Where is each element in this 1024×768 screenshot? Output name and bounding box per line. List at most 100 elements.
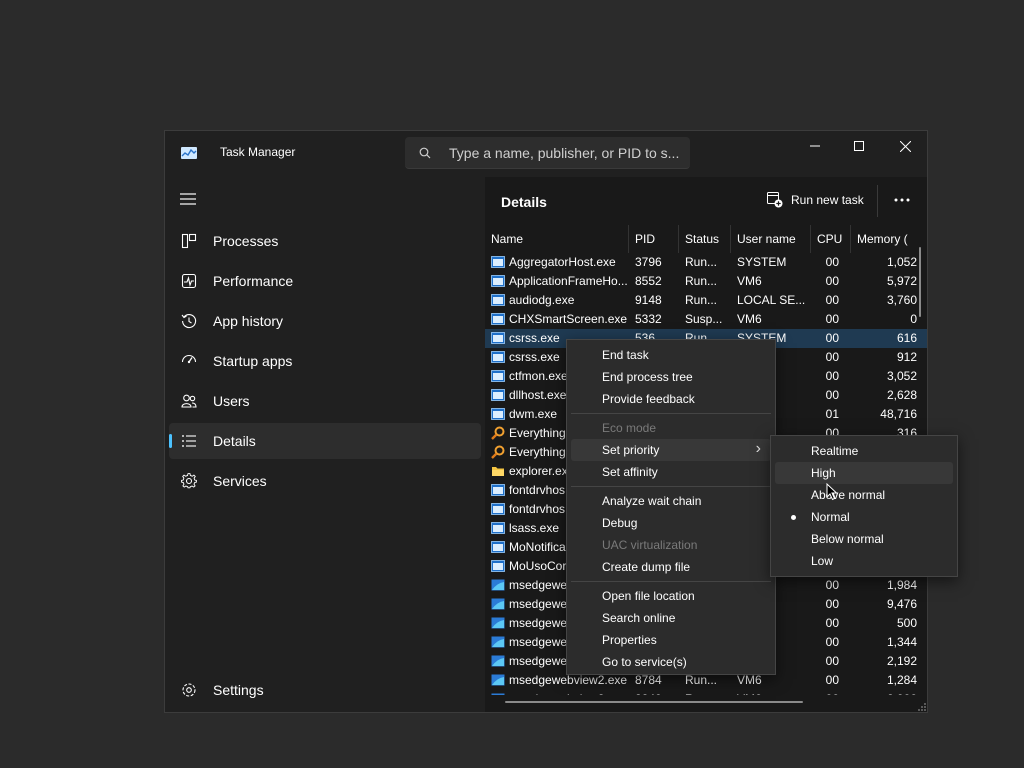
column-header-2[interactable]: Status [679, 225, 731, 253]
priority-option-label: Above normal [811, 488, 886, 502]
menu-item-set-affinity[interactable]: Set affinity [571, 461, 771, 483]
process-folder-icon [491, 464, 505, 478]
search-box[interactable] [405, 137, 690, 169]
sidebar-item-settings[interactable]: Settings [169, 672, 481, 708]
priority-option-below-normal[interactable]: Below normal [775, 528, 953, 550]
sidebar-item-users[interactable]: Users [169, 383, 481, 419]
priority-option-high[interactable]: High [775, 462, 953, 484]
process-pid: 8784 [635, 673, 662, 687]
menu-item-open-file-location[interactable]: Open file location [571, 585, 771, 607]
priority-option-above-normal[interactable]: Above normal [775, 484, 953, 506]
process-name: audiodg.exe [509, 293, 575, 307]
process-window-icon [491, 407, 505, 421]
table-row[interactable]: ApplicationFrameHo... 8552 Run... VM6 00 5,97… [485, 272, 927, 291]
process-name: CHXSmartScreen.exe [509, 312, 627, 326]
menu-item-label: Set affinity [602, 465, 658, 479]
process-name: msedgewebview2.exe [509, 692, 627, 695]
process-mem: 2,628 [886, 388, 917, 402]
sidebar-item-label: Performance [213, 273, 294, 289]
process-mem: 2,192 [886, 654, 917, 668]
menu-item-uac-virtualization: UAC virtualization [571, 534, 771, 556]
menu-separator [571, 581, 771, 582]
page-title: Details [501, 194, 547, 210]
menu-item-label: End process tree [602, 370, 693, 384]
process-cpu: 00 [825, 654, 839, 668]
menu-item-label: Search online [602, 611, 676, 625]
column-header-3[interactable]: User name [731, 225, 811, 253]
menu-item-debug[interactable]: Debug [571, 512, 771, 534]
process-window-icon [491, 350, 505, 364]
menu-item-eco-mode: Eco mode [571, 417, 771, 439]
sort-ascending-icon: ⌃ [553, 225, 561, 228]
process-edge-icon [491, 654, 505, 668]
sidebar-item-performance[interactable]: Performance [169, 263, 481, 299]
process-window-icon [491, 502, 505, 516]
priority-option-realtime[interactable]: Realtime [775, 440, 953, 462]
table-row[interactable]: CHXSmartScreen.exe 5332 Susp... VM6 00 0 [485, 310, 927, 329]
column-header-1[interactable]: PID [629, 225, 679, 253]
process-window-icon [491, 255, 505, 269]
process-window-icon [491, 521, 505, 535]
process-name: ApplicationFrameHo... [509, 274, 627, 288]
menu-item-end-task[interactable]: End task [571, 344, 771, 366]
process-mem: 1,052 [886, 255, 917, 269]
process-pid: 8552 [635, 274, 662, 288]
sidebar-item-services[interactable]: Services [169, 463, 481, 499]
startup-apps-icon [181, 354, 197, 364]
menu-item-create-dump-file[interactable]: Create dump file [571, 556, 771, 578]
horizontal-scrollbar[interactable] [505, 701, 803, 703]
table-row[interactable]: msedgewebview2.exe 8240 Run... VM600 2,900 [485, 690, 927, 695]
sidebar-item-details[interactable]: Details [169, 423, 481, 459]
task-manager-window: Task Manager Pro [164, 130, 928, 713]
process-pid: 8240 [635, 692, 677, 695]
search-input[interactable] [447, 141, 686, 165]
hamburger-menu-icon[interactable] [180, 193, 196, 205]
menu-item-label: Eco mode [602, 421, 657, 435]
priority-option-normal[interactable]: Normal [775, 506, 953, 528]
menu-item-provide-feedback[interactable]: Provide feedback [571, 388, 771, 410]
table-row[interactable]: audiodg.exe 9148 Run... LOCAL SE... 00 3,760 [485, 291, 927, 310]
vertical-scrollbar[interactable] [919, 247, 921, 317]
sidebar-item-startup-apps[interactable]: Startup apps [169, 343, 481, 379]
process-mem: 1,984 [886, 578, 917, 592]
sidebar-item-processes[interactable]: Processes [169, 223, 481, 259]
active-indicator [169, 434, 172, 448]
menu-item-search-online[interactable]: Search online [571, 607, 771, 629]
menu-item-go-to-service-s[interactable]: Go to service(s) [571, 651, 771, 673]
minimize-button[interactable] [792, 131, 838, 161]
close-button[interactable] [882, 131, 927, 161]
title-bar[interactable]: Task Manager [165, 131, 927, 177]
process-cpu: 01 [825, 407, 839, 421]
maximize-button[interactable] [836, 131, 882, 161]
resize-grip-icon[interactable] [917, 702, 927, 712]
run-new-task-button[interactable]: Run new task [767, 192, 864, 208]
settings-gear-icon [182, 683, 196, 697]
column-header-0[interactable]: Name [485, 225, 629, 253]
sidebar-item-label: Users [213, 393, 250, 409]
process-cpu: 00 [825, 350, 839, 364]
selected-bullet-icon [791, 515, 796, 520]
column-header-5[interactable]: Memory ( [851, 225, 927, 253]
process-search-icon [491, 445, 505, 459]
menu-item-properties[interactable]: Properties [571, 629, 771, 651]
menu-item-label: UAC virtualization [602, 538, 698, 552]
app-history-icon [181, 313, 197, 329]
menu-item-analyze-wait-chain[interactable]: Analyze wait chain [571, 490, 771, 512]
details-icon [182, 435, 196, 447]
sidebar-item-label: Startup apps [213, 353, 293, 369]
priority-option-label: Below normal [811, 532, 884, 546]
column-header-4[interactable]: CPU [811, 225, 851, 253]
table-row[interactable]: AggregatorHost.exe 3796 Run... SYSTEM 00 1,05… [485, 253, 927, 272]
menu-item-end-process-tree[interactable]: End process tree [571, 366, 771, 388]
sidebar-item-app-history[interactable]: App history [169, 303, 481, 339]
menu-item-label: Create dump file [602, 560, 691, 574]
priority-option-low[interactable]: Low [775, 550, 953, 572]
process-mem: 1,284 [886, 673, 917, 687]
process-window-icon [491, 293, 505, 307]
process-cpu: 00 [825, 388, 839, 402]
menu-item-set-priority[interactable]: Set priority › [571, 439, 771, 461]
process-cpu: 00 [825, 274, 839, 288]
process-edge-icon [491, 578, 505, 592]
more-options-icon[interactable] [893, 191, 911, 209]
menu-item-label: Properties [602, 633, 657, 647]
